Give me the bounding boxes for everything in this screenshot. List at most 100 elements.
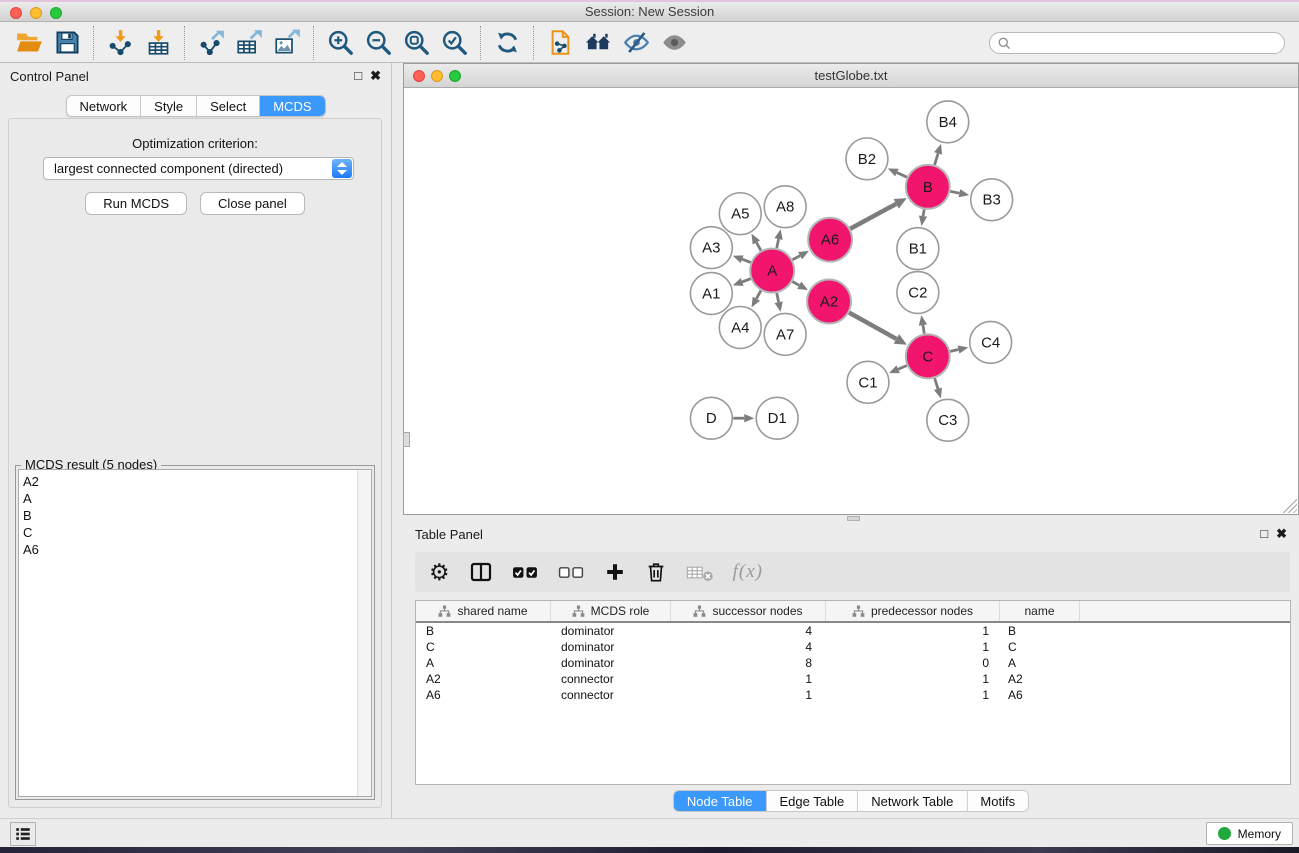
graph-edge-A6-B[interactable] (850, 204, 896, 229)
cell[interactable]: 1 (826, 671, 1000, 687)
task-history-button[interactable] (10, 822, 36, 846)
cell[interactable]: 1 (826, 623, 1000, 639)
tab-style[interactable]: Style (141, 96, 197, 116)
zoom-window-button[interactable] (50, 7, 62, 19)
cell[interactable]: dominator (551, 623, 671, 639)
graph-edge-B-B1[interactable] (923, 209, 924, 216)
node-table[interactable]: shared nameMCDS rolesuccessor nodesprede… (415, 600, 1291, 785)
graph-edge-A-A8[interactable] (777, 239, 779, 248)
graph-edge-A-A7[interactable] (777, 293, 779, 302)
zoom-out-icon[interactable] (359, 26, 397, 60)
cell[interactable]: connector (551, 687, 671, 703)
export-network-icon[interactable] (192, 26, 230, 60)
import-network-icon[interactable] (101, 26, 139, 60)
cell[interactable]: dominator (551, 655, 671, 671)
cell[interactable]: 0 (826, 655, 1000, 671)
tab-mcds[interactable]: MCDS (260, 96, 324, 116)
hide-panels-icon[interactable] (617, 26, 655, 60)
deselect-checkboxes-icon[interactable] (558, 565, 585, 580)
criterion-dropdown[interactable]: largest connected component (directed) (43, 157, 354, 180)
dropdown-stepper-icon[interactable] (332, 159, 352, 178)
graph-edge-B-B3[interactable] (950, 191, 959, 193)
tab-select[interactable]: Select (197, 96, 260, 116)
table-settings-gear-icon[interactable]: ⚙ (429, 559, 450, 586)
export-table-icon[interactable] (230, 26, 268, 60)
zoom-in-icon[interactable] (321, 26, 359, 60)
cell[interactable]: 1 (671, 687, 826, 703)
result-item-a6[interactable]: A6 (23, 541, 371, 558)
open-file-icon[interactable] (10, 26, 48, 60)
table-row-c[interactable]: Cdominator41C (416, 639, 1290, 655)
divider-grip[interactable] (847, 516, 860, 521)
cell[interactable]: A6 (416, 687, 551, 703)
graph-edge-A-A2[interactable] (792, 282, 799, 286)
result-item-c[interactable]: C (23, 524, 371, 541)
tab-network-table[interactable]: Network Table (858, 791, 967, 811)
cell[interactable]: 1 (826, 639, 1000, 655)
delete-column-trash-icon[interactable] (645, 561, 667, 583)
network-canvas[interactable]: AA1A2A3A4A5A6A7A8BB1B2B3B4CC1C2C3C4DD1 (404, 89, 1298, 514)
cell[interactable]: B (416, 623, 551, 639)
close-window-button[interactable] (10, 7, 22, 19)
graph-edge-B-B4[interactable] (935, 153, 939, 164)
add-column-icon[interactable] (604, 561, 626, 583)
table-row-a6[interactable]: A6connector11A6 (416, 687, 1290, 703)
cell[interactable]: B (1000, 623, 1080, 639)
cell[interactable]: 4 (671, 623, 826, 639)
close-panel-button[interactable]: Close panel (200, 192, 305, 215)
tab-node-table[interactable]: Node Table (674, 791, 767, 811)
window-resize-grip[interactable] (1283, 499, 1297, 513)
graph-edge-A-A4[interactable] (756, 291, 761, 299)
cell[interactable]: connector (551, 671, 671, 687)
graph-edge-A-A5[interactable] (756, 242, 761, 250)
cell[interactable]: C (1000, 639, 1080, 655)
run-mcds-button[interactable]: Run MCDS (85, 192, 187, 215)
memory-button[interactable]: Memory (1206, 822, 1293, 845)
import-table-icon[interactable] (139, 26, 177, 60)
graph-edge-A-A3[interactable] (742, 259, 751, 262)
graph-edge-B-B2[interactable] (897, 173, 907, 178)
graph-edge-C-C1[interactable] (898, 365, 907, 369)
delete-table-icon[interactable] (686, 563, 714, 582)
cell[interactable]: dominator (551, 639, 671, 655)
close-panel-icon[interactable]: ✖ (370, 68, 381, 84)
column-header-MCDS-role[interactable]: MCDS role (551, 601, 671, 621)
column-header-predecessor-nodes[interactable]: predecessor nodes (826, 601, 1000, 621)
zoom-fit-icon[interactable] (397, 26, 435, 60)
network-close-button[interactable] (413, 70, 425, 82)
split-divider-grip[interactable] (403, 432, 410, 447)
search-input[interactable] (1016, 33, 1276, 53)
zoom-selected-icon[interactable] (435, 26, 473, 60)
table-row-b[interactable]: Bdominator41B (416, 623, 1290, 639)
graph-edge-C-C4[interactable] (950, 350, 958, 352)
column-header-successor-nodes[interactable]: successor nodes (671, 601, 826, 621)
table-row-a2[interactable]: A2connector11A2 (416, 671, 1290, 687)
tab-network[interactable]: Network (66, 96, 141, 116)
horizontal-split-divider[interactable] (403, 515, 1299, 522)
network-graph[interactable]: AA1A2A3A4A5A6A7A8BB1B2B3B4CC1C2C3C4DD1 (404, 89, 1298, 514)
network-zoom-button[interactable] (449, 70, 461, 82)
export-image-icon[interactable] (268, 26, 306, 60)
cell[interactable]: A6 (1000, 687, 1080, 703)
tab-edge-table[interactable]: Edge Table (766, 791, 858, 811)
graph-edge-C-C3[interactable] (935, 378, 938, 389)
cell[interactable]: A (1000, 655, 1080, 671)
graph-edge-C-C2[interactable] (923, 325, 924, 334)
column-view-icon[interactable] (469, 560, 493, 584)
result-item-b[interactable]: B (23, 507, 371, 524)
cell[interactable]: A2 (416, 671, 551, 687)
mcds-result-list[interactable]: A2ABCA6 (18, 469, 372, 797)
save-session-icon[interactable] (48, 26, 86, 60)
show-panels-eye-icon[interactable] (655, 26, 693, 60)
table-row-a[interactable]: Adominator80A (416, 655, 1290, 671)
graph-edge-A-A1[interactable] (742, 279, 751, 282)
home-browser-icon[interactable] (579, 26, 617, 60)
minimize-window-button[interactable] (30, 7, 42, 19)
result-item-a[interactable]: A (23, 490, 371, 507)
column-header-shared-name[interactable]: shared name (416, 601, 551, 621)
result-item-a2[interactable]: A2 (23, 473, 371, 490)
network-document-icon[interactable] (541, 26, 579, 60)
float-panel-icon[interactable]: □ (354, 68, 362, 84)
column-header-name[interactable]: name (1000, 601, 1080, 621)
float-table-panel-icon[interactable]: □ (1260, 526, 1268, 542)
